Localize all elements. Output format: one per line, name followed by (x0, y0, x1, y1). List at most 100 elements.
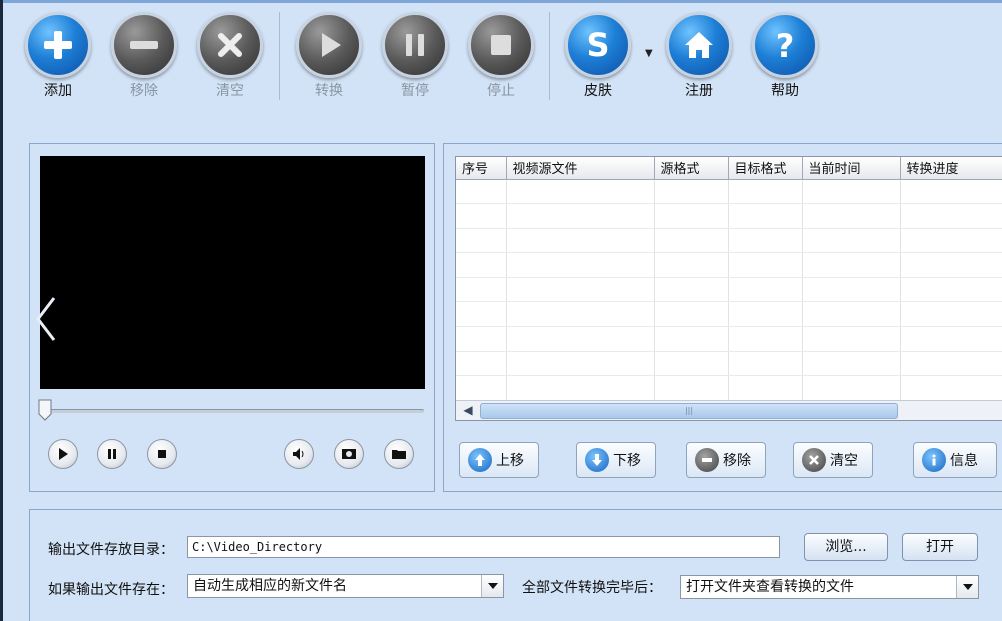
play-icon (296, 12, 362, 78)
snapshot-button[interactable] (334, 439, 364, 469)
scroll-left-icon[interactable]: ◀ (458, 403, 478, 419)
folder-icon (392, 450, 406, 459)
output-settings-panel: 输出文件存放目录： C:\Video_Directory 浏览... 打开 如果… (29, 509, 1002, 621)
table-cell (900, 252, 1002, 278)
preview-pause-button[interactable] (97, 439, 127, 469)
table-cell (900, 203, 1002, 229)
column-header-current-time[interactable]: 当前时间 (802, 157, 901, 180)
camera-icon (342, 449, 356, 459)
table-cell (728, 277, 803, 303)
pause-button[interactable]: 暂停 (379, 12, 451, 102)
table-cell (456, 351, 507, 377)
table-cell (900, 277, 1002, 303)
move-up-button[interactable]: 上移 (459, 442, 539, 478)
table-row[interactable] (456, 252, 1002, 278)
table-cell (506, 277, 655, 303)
table-cell (506, 179, 655, 205)
if-exists-select[interactable]: 自动生成相应的新文件名 (187, 574, 504, 598)
scrollbar-thumb[interactable]: ||| (480, 403, 898, 419)
table-cell (900, 179, 1002, 205)
table-cell (456, 326, 507, 352)
column-header-index[interactable]: 序号 (456, 157, 507, 180)
stop-icon (468, 12, 534, 78)
list-clear-button[interactable]: 清空 (793, 442, 873, 478)
column-header-source-file[interactable]: 视频源文件 (506, 157, 655, 180)
register-button[interactable]: 注册 (663, 12, 735, 102)
home-icon (666, 12, 732, 78)
play-icon (59, 448, 68, 460)
list-remove-button[interactable]: 移除 (686, 442, 766, 478)
browse-button[interactable]: 浏览... (804, 533, 888, 561)
info-button[interactable]: 信息 (913, 442, 997, 478)
table-cell (456, 179, 507, 205)
if-exists-value: 自动生成相应的新文件名 (193, 578, 347, 594)
help-button[interactable]: ? 帮助 (749, 12, 821, 102)
table-row[interactable] (456, 301, 1002, 328)
chevron-down-icon[interactable] (481, 575, 503, 597)
table-cell (728, 301, 803, 328)
table-cell (900, 228, 1002, 254)
remove-label: 移除 (130, 83, 158, 99)
preview-play-button[interactable] (48, 439, 78, 469)
table-row[interactable] (456, 228, 1002, 254)
table-row[interactable] (456, 351, 1002, 377)
stop-button[interactable]: 停止 (465, 12, 537, 102)
table-cell (456, 277, 507, 303)
window-top-edge (0, 0, 1002, 3)
after-convert-select[interactable]: 打开文件夹查看转换的文件 (680, 575, 979, 599)
chevron-down-icon[interactable] (956, 576, 978, 598)
table-row[interactable] (456, 179, 1002, 205)
move-up-label: 上移 (496, 453, 524, 469)
table-row[interactable] (456, 326, 1002, 352)
move-down-label: 下移 (613, 453, 641, 469)
table-cell (802, 228, 901, 254)
file-list-panel: 序号 视频源文件 源格式 目标格式 当前时间 转换进度 ◀ ||| 上移 下移 (443, 143, 1002, 492)
after-convert-label: 全部文件转换完毕后： (522, 580, 662, 596)
table-cell (506, 252, 655, 278)
table-row[interactable] (456, 375, 1002, 401)
preview-stop-button[interactable] (147, 439, 177, 469)
table-cell (900, 351, 1002, 377)
table-cell (728, 228, 803, 254)
output-dir-input[interactable]: C:\Video_Directory (187, 536, 780, 558)
arrow-down-icon (585, 448, 609, 472)
seek-slider-track[interactable] (44, 409, 424, 413)
open-button[interactable]: 打开 (902, 533, 978, 561)
table-row[interactable] (456, 277, 1002, 303)
remove-button[interactable]: 移除 (108, 12, 180, 102)
info-icon (922, 448, 946, 472)
if-exists-label: 如果输出文件存在： (48, 582, 174, 598)
table-cell (654, 252, 729, 278)
table-cell (802, 326, 901, 352)
table-cell (728, 252, 803, 278)
table-cell (728, 351, 803, 377)
volume-button[interactable] (284, 439, 314, 469)
table-cell (654, 228, 729, 254)
skin-button[interactable]: S 皮肤 (562, 12, 634, 102)
column-header-target-format[interactable]: 目标格式 (728, 157, 803, 180)
table-cell (728, 203, 803, 229)
open-folder-button[interactable] (384, 439, 414, 469)
clear-label: 清空 (216, 83, 244, 99)
column-header-source-format[interactable]: 源格式 (654, 157, 729, 180)
move-down-button[interactable]: 下移 (576, 442, 656, 478)
previous-arrow-icon[interactable] (32, 294, 60, 344)
convert-button[interactable]: 转换 (293, 12, 365, 102)
table-cell (654, 375, 729, 401)
table-cell (456, 203, 507, 229)
skin-dropdown-icon[interactable]: ▼ (645, 48, 653, 59)
file-table[interactable]: 序号 视频源文件 源格式 目标格式 当前时间 转换进度 ◀ ||| (455, 156, 1002, 421)
table-row[interactable] (456, 203, 1002, 229)
after-convert-value: 打开文件夹查看转换的文件 (686, 579, 854, 595)
horizontal-scrollbar[interactable]: ◀ ||| (456, 400, 1002, 420)
add-button[interactable]: 添加 (22, 12, 94, 102)
clear-button[interactable]: 清空 (194, 12, 266, 102)
seek-slider-thumb[interactable] (38, 399, 52, 421)
window-left-edge (0, 0, 3, 621)
skin-s-icon: S (565, 12, 631, 78)
table-cell (506, 301, 655, 328)
skin-label: 皮肤 (584, 83, 612, 99)
column-header-progress[interactable]: 转换进度 (900, 157, 1002, 180)
table-cell (802, 351, 901, 377)
minus-icon (695, 448, 719, 472)
